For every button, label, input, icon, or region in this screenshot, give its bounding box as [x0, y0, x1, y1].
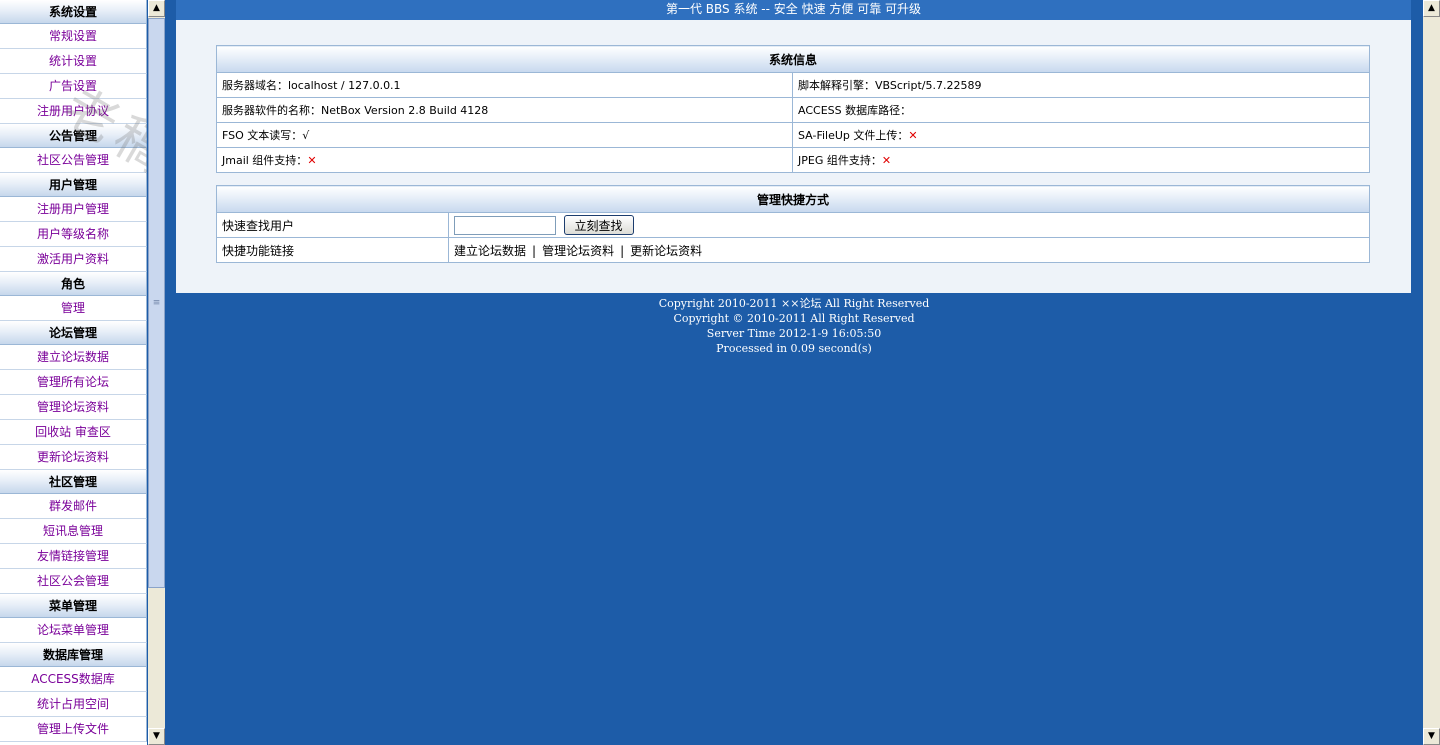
section-title-system-settings: 系统设置: [0, 0, 147, 24]
sidebar-scrollbar[interactable]: ▲ ≡ ▼: [148, 0, 165, 745]
section-title-database: 数据库管理: [0, 643, 147, 667]
table-row: 快捷功能链接 建立论坛数据 | 管理论坛资料 | 更新论坛资料: [216, 237, 1370, 263]
nav-mass-mail[interactable]: 群发邮件: [0, 494, 147, 519]
search-now-button[interactable]: 立刻查找: [563, 215, 634, 235]
nav-guild-management[interactable]: 社区公会管理: [0, 569, 147, 594]
nav-space-usage[interactable]: 统计占用空间: [0, 692, 147, 717]
system-info-title: 系统信息: [216, 45, 1370, 73]
check-icon: √: [302, 129, 310, 142]
info-cell: Jmail 组件支持：✕: [216, 147, 793, 173]
scroll-down-arrow-icon[interactable]: ▼: [148, 728, 165, 745]
nav-general-settings[interactable]: 常规设置: [0, 24, 147, 49]
table-row: Jmail 组件支持：✕ JPEG 组件支持：✕: [216, 147, 1370, 173]
info-value: localhost / 127.0.0.1: [288, 79, 401, 92]
info-label: Jmail 组件支持：: [222, 154, 308, 167]
nav-update-forum-info[interactable]: 更新论坛资料: [0, 445, 147, 470]
nav-create-forum-data[interactable]: 建立论坛数据: [0, 345, 147, 370]
scroll-down-arrow-icon[interactable]: ▼: [1423, 728, 1440, 745]
info-label: 服务器域名：: [222, 79, 288, 92]
info-label: SA-FileUp 文件上传：: [798, 129, 909, 142]
section-title-forum: 论坛管理: [0, 321, 147, 345]
info-cell: 服务器软件的名称：NetBox Version 2.8 Build 4128: [216, 97, 793, 123]
table-row: 服务器软件的名称：NetBox Version 2.8 Build 4128 A…: [216, 97, 1370, 123]
section-title-menu: 菜单管理: [0, 594, 147, 618]
info-label: 脚本解释引擎：: [798, 79, 875, 92]
nav-forum-menu[interactable]: 论坛菜单管理: [0, 618, 147, 643]
link-separator: |: [620, 243, 625, 258]
link-separator: |: [532, 243, 537, 258]
nav-activate-users[interactable]: 激活用户资料: [0, 247, 147, 272]
nav-access-database[interactable]: ACCESS数据库: [0, 667, 147, 692]
footer-server-time: Server Time 2012-1-9 16:05:50: [706, 327, 882, 340]
footer-copyright-2: Copyright © 2010-2011 All Right Reserved: [673, 312, 915, 325]
section-title-community: 社区管理: [0, 470, 147, 494]
main-scrollbar[interactable]: ▲ ▼: [1423, 0, 1440, 745]
nav-uploaded-files[interactable]: 管理上传文件: [0, 717, 147, 742]
quick-link-create-forum[interactable]: 建立论坛数据: [454, 244, 526, 258]
scrollbar-thumb[interactable]: ≡: [148, 18, 165, 588]
table-row: 服务器域名：localhost / 127.0.0.1 脚本解释引擎：VBScr…: [216, 72, 1370, 98]
info-cell: 脚本解释引擎：VBScript/5.7.22589: [792, 72, 1370, 98]
system-info-table: 系统信息 服务器域名：localhost / 127.0.0.1 脚本解释引擎：…: [216, 45, 1370, 173]
section-title-roles: 角色: [0, 272, 147, 296]
footer-processed-time: Processed in 0.09 second(s): [716, 342, 872, 355]
info-cell: ACCESS 数据库路径：: [792, 97, 1370, 123]
info-cell: FSO 文本读写：√: [216, 122, 793, 148]
info-label: FSO 文本读写：: [222, 129, 303, 142]
table-row: 快速查找用户 立刻查找: [216, 212, 1370, 238]
search-cell: 立刻查找: [448, 212, 1370, 238]
info-label: ACCESS 数据库路径：: [798, 104, 912, 117]
footer-copyright-1: Copyright 2010-2011 ××论坛 All Right Reser…: [658, 297, 930, 310]
shortcut-title: 管理快捷方式: [216, 185, 1370, 213]
content-panel: 系统信息 服务器域名：localhost / 127.0.0.1 脚本解释引擎：…: [176, 20, 1411, 293]
nav-friend-links[interactable]: 友情链接管理: [0, 544, 147, 569]
nav-registration-agreement[interactable]: 注册用户协议: [0, 99, 147, 124]
nav-short-messages[interactable]: 短讯息管理: [0, 519, 147, 544]
quick-link-manage-forum[interactable]: 管理论坛资料: [542, 244, 614, 258]
info-label: JPEG 组件支持：: [798, 154, 882, 167]
search-user-input[interactable]: [454, 215, 556, 235]
nav-recycle-review[interactable]: 回收站 审查区: [0, 420, 147, 445]
page-header: 第一代 BBS 系统 -- 安全 快速 方便 可靠 可升级: [176, 0, 1411, 20]
info-cell: 服务器域名：localhost / 127.0.0.1: [216, 72, 793, 98]
search-user-label: 快速查找用户: [216, 212, 449, 238]
nav-manage-forum-info[interactable]: 管理论坛资料: [0, 395, 147, 420]
sidebar: 系统设置 常规设置 统计设置 广告设置 注册用户协议 公告管理 社区公告管理 用…: [0, 0, 147, 745]
nav-statistics-settings[interactable]: 统计设置: [0, 49, 147, 74]
nav-ad-settings[interactable]: 广告设置: [0, 74, 147, 99]
main-frame: 第一代 BBS 系统 -- 安全 快速 方便 可靠 可升级 系统信息 服务器域名…: [166, 0, 1422, 745]
shortcut-table: 管理快捷方式 快速查找用户 立刻查找 快捷功能链接 建立论坛数据 | 管理论坛资料 |…: [216, 185, 1370, 263]
info-value: NetBox Version 2.8 Build 4128: [321, 104, 489, 117]
scroll-up-arrow-icon[interactable]: ▲: [1423, 0, 1440, 17]
quick-link-update-forum[interactable]: 更新论坛资料: [630, 244, 702, 258]
nav-announcement-management[interactable]: 社区公告管理: [0, 148, 147, 173]
quick-links-label: 快捷功能链接: [216, 237, 449, 263]
nav-registered-users[interactable]: 注册用户管理: [0, 197, 147, 222]
quick-links-cell: 建立论坛数据 | 管理论坛资料 | 更新论坛资料: [448, 237, 1370, 263]
nav-roles-manage[interactable]: 管理: [0, 296, 147, 321]
red-x-icon: ✕: [881, 154, 892, 167]
table-row: FSO 文本读写：√ SA-FileUp 文件上传：✕: [216, 122, 1370, 148]
info-value: VBScript/5.7.22589: [875, 79, 982, 92]
grip-icon: ≡: [152, 298, 161, 308]
nav-user-level-names[interactable]: 用户等级名称: [0, 222, 147, 247]
red-x-icon: ✕: [908, 129, 918, 142]
scroll-up-arrow-icon[interactable]: ▲: [148, 0, 165, 17]
info-cell: JPEG 组件支持：✕: [792, 147, 1370, 173]
footer: Copyright 2010-2011 ××论坛 All Right Reser…: [166, 296, 1422, 356]
red-x-icon: ✕: [307, 154, 317, 167]
section-title-users: 用户管理: [0, 173, 147, 197]
info-cell: SA-FileUp 文件上传：✕: [792, 122, 1370, 148]
section-title-announcements: 公告管理: [0, 124, 147, 148]
info-label: 服务器软件的名称：: [222, 104, 321, 117]
nav-manage-all-forums[interactable]: 管理所有论坛: [0, 370, 147, 395]
